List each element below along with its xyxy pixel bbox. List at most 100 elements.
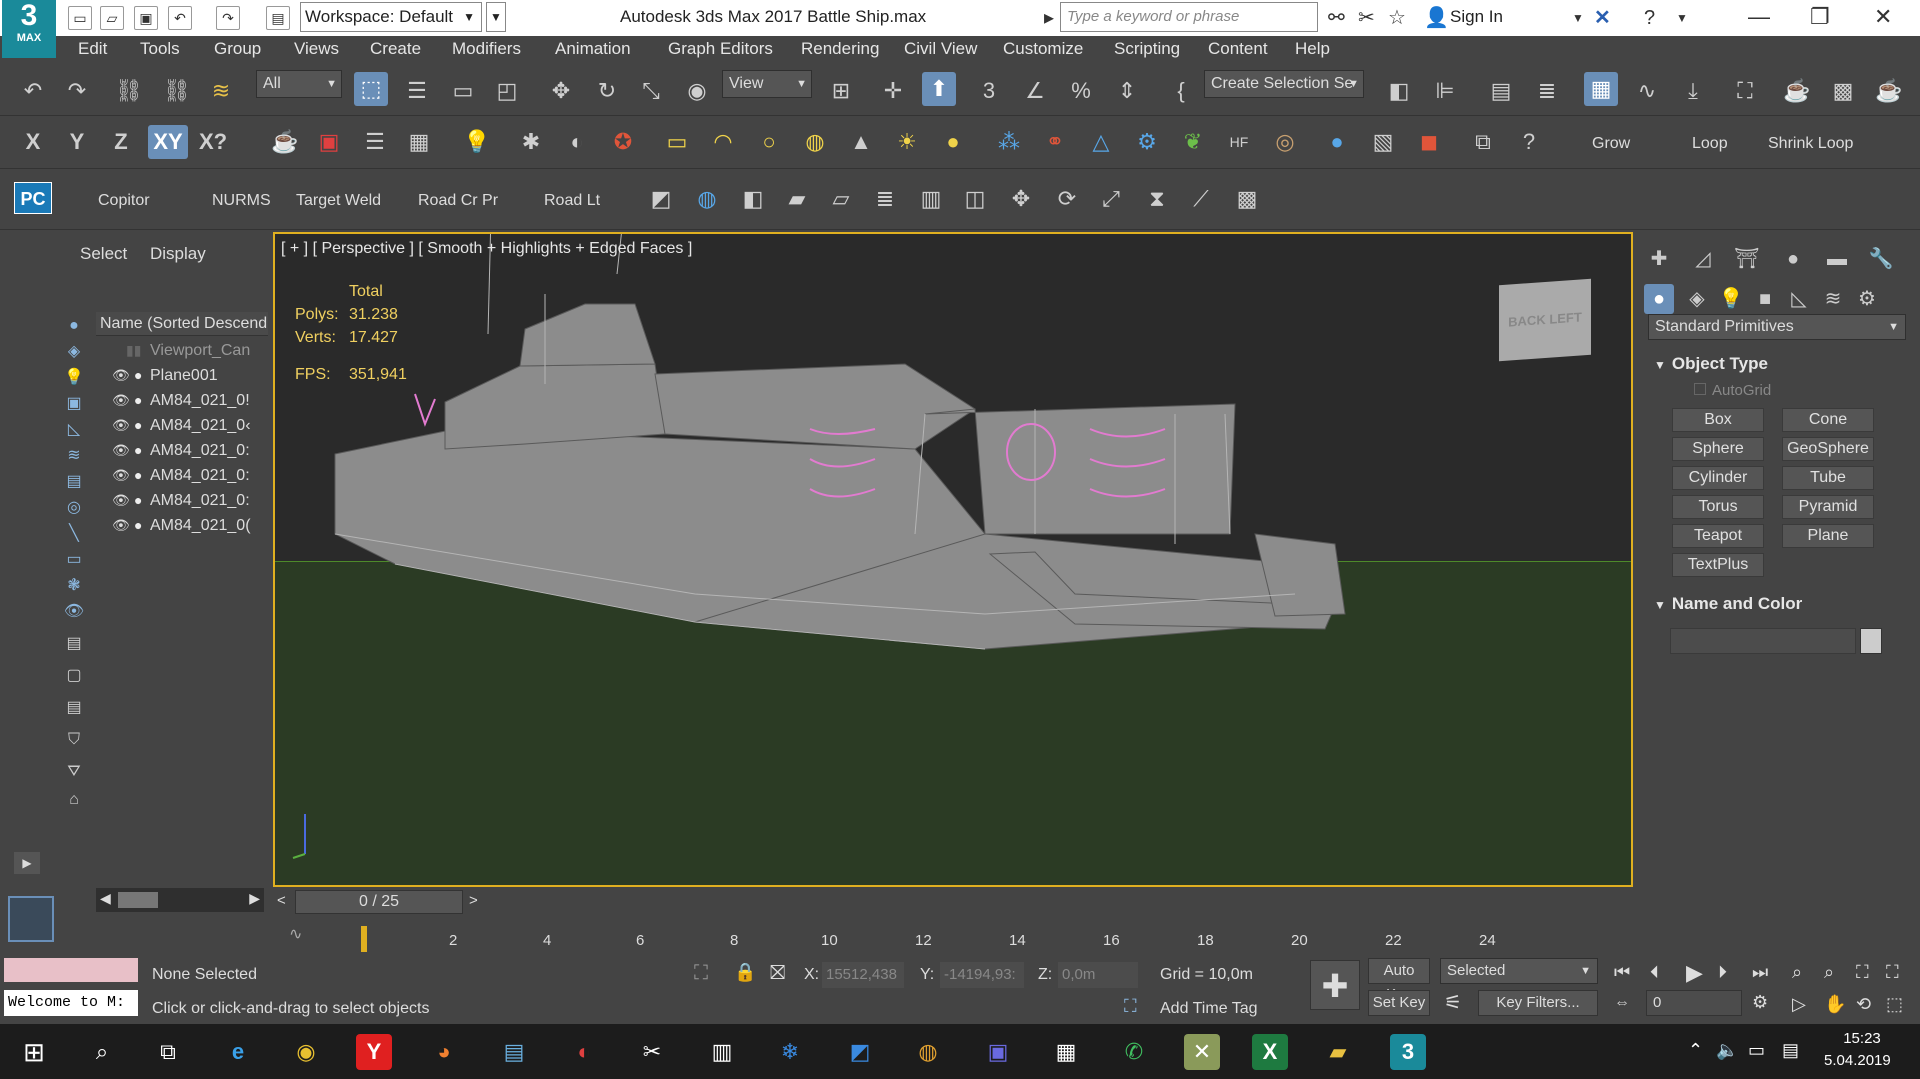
modify-tab-icon[interactable]: ◿ bbox=[1688, 244, 1718, 274]
maximize-viewport-icon[interactable]: ⬚ bbox=[1886, 994, 1903, 1015]
map-app-icon[interactable]: ✕ bbox=[1184, 1034, 1220, 1070]
redo-icon[interactable]: ↷ bbox=[216, 6, 240, 30]
systems-category-icon[interactable]: ⚙ bbox=[1852, 284, 1882, 314]
textplus-button[interactable]: TextPlus bbox=[1672, 553, 1764, 577]
move-tool-icon[interactable]: ✥ bbox=[1004, 182, 1038, 216]
particles-icon[interactable]: ⁂ bbox=[992, 125, 1026, 159]
yandex-icon[interactable]: Y bbox=[356, 1034, 392, 1070]
maxscript-listener-top[interactable] bbox=[4, 958, 138, 982]
motion-tab-icon[interactable]: ● bbox=[1778, 244, 1808, 274]
pivot-point-icon[interactable]: ⊞ bbox=[824, 74, 858, 108]
list-item[interactable]: ▮▮ Viewport_Can bbox=[96, 338, 268, 363]
align-icon[interactable]: ⊫ bbox=[1428, 74, 1462, 108]
cloth-icon[interactable]: ◎ bbox=[1268, 125, 1302, 159]
zoom-extents-icon[interactable]: ⛶ bbox=[1856, 962, 1869, 983]
binoculars-icon[interactable]: ⚯ bbox=[1328, 6, 1345, 30]
menu-tools[interactable]: Tools bbox=[140, 39, 180, 59]
render-setup-icon[interactable]: ☕ bbox=[1780, 74, 1814, 108]
time-configuration-icon[interactable]: ⚙ bbox=[1752, 992, 1768, 1013]
rotate-tool-icon[interactable]: ⟳ bbox=[1050, 182, 1084, 216]
isolate-selection-icon[interactable]: ⛶ bbox=[694, 962, 708, 985]
sphere-icon[interactable]: ○ bbox=[752, 125, 786, 159]
workspace-menu-icon[interactable]: ▼ bbox=[486, 2, 506, 32]
menu-create[interactable]: Create bbox=[370, 39, 421, 59]
invert-display-icon[interactable]: ▤ bbox=[60, 694, 88, 722]
material-editor-icon[interactable]: ⛶ bbox=[1728, 74, 1762, 108]
hemisphere-icon[interactable]: ◠ bbox=[706, 125, 740, 159]
shrink-loop-button[interactable]: Shrink Loop bbox=[1768, 135, 1853, 153]
autogrid-checkbox[interactable]: AutoGrid bbox=[1694, 382, 1771, 399]
track-bar[interactable]: ∿ 2 4 6 8 10 12 14 16 18 20 22 24 bbox=[273, 916, 1633, 952]
set-key-big-button[interactable]: ✚ bbox=[1310, 960, 1360, 1010]
eye-icon[interactable]: 👁 bbox=[112, 513, 130, 538]
stairs-icon[interactable]: ≣ bbox=[868, 182, 902, 216]
curve-editor-icon[interactable]: ∿ bbox=[1630, 74, 1664, 108]
key-mode-dropdown[interactable]: Selected ▼ bbox=[1440, 958, 1598, 984]
play-icon[interactable]: ▶ bbox=[1686, 960, 1703, 986]
scroll-thumb[interactable] bbox=[118, 892, 158, 908]
object-type-rollout[interactable]: ▼ Object Type bbox=[1654, 354, 1768, 374]
torus-button[interactable]: Torus bbox=[1672, 495, 1764, 519]
groups-filter-icon[interactable]: ▤ bbox=[60, 468, 88, 496]
satellite-app-icon[interactable]: ✂ bbox=[634, 1034, 670, 1070]
shading-icon[interactable]: ◼ bbox=[1412, 125, 1446, 159]
orbit-icon[interactable]: ⟲ bbox=[1856, 994, 1871, 1015]
tube-button[interactable]: Tube bbox=[1782, 466, 1874, 490]
loop-button[interactable]: Loop bbox=[1692, 135, 1728, 153]
cube-icon[interactable]: ◧ bbox=[736, 182, 770, 216]
list-item[interactable]: 👁 ● AM84_021_0: bbox=[96, 463, 268, 488]
file-explorer-icon[interactable]: ▰ bbox=[1320, 1034, 1356, 1070]
target-weld-button[interactable]: Target Weld bbox=[296, 192, 381, 210]
axis-x-button[interactable]: X bbox=[16, 125, 50, 159]
whatsapp-icon[interactable]: ✆ bbox=[1116, 1034, 1152, 1070]
snaps-toggle-icon[interactable]: 3 bbox=[972, 74, 1006, 108]
spacewarps-category-icon[interactable]: ≋ bbox=[1818, 284, 1848, 314]
slab-icon[interactable]: ▰ bbox=[780, 182, 814, 216]
bones-icon[interactable]: ◐ bbox=[560, 125, 594, 159]
lights-category-icon[interactable]: 💡 bbox=[1716, 284, 1746, 314]
place-icon[interactable]: ◉ bbox=[680, 74, 714, 108]
layer-icon[interactable]: ⌂ bbox=[60, 786, 88, 814]
key-tangent-icon[interactable]: ⚟ bbox=[1444, 990, 1462, 1015]
axis-xy-button[interactable]: XY bbox=[148, 125, 188, 159]
sphere-solid-icon[interactable]: ● bbox=[936, 125, 970, 159]
go-to-end-icon[interactable]: ⏭ bbox=[1752, 962, 1768, 983]
next-key-icon[interactable]: ⏵ bbox=[1718, 962, 1727, 983]
previous-key-icon[interactable]: ⏴ bbox=[1650, 962, 1659, 983]
unlink-icon[interactable]: ⛓ bbox=[160, 74, 194, 108]
reference-coordinate-dropdown[interactable]: View ▼ bbox=[722, 70, 812, 98]
volume-icon[interactable]: 🔈 bbox=[1716, 1040, 1738, 1061]
selection-filter-dropdown[interactable]: All ▼ bbox=[256, 70, 342, 98]
list-item[interactable]: 👁 ● AM84_021_0! bbox=[96, 388, 268, 413]
menu-rendering[interactable]: Rendering bbox=[801, 39, 879, 59]
go-to-start-icon[interactable]: ⏮ bbox=[1614, 962, 1630, 983]
cylinder-button[interactable]: Cylinder bbox=[1672, 466, 1764, 490]
task-view-icon[interactable]: ⧉ bbox=[150, 1034, 186, 1070]
perspective-viewport[interactable]: [ + ] [ Perspective ] [ Smooth + Highlig… bbox=[273, 232, 1633, 887]
teapot-button[interactable]: Teapot bbox=[1672, 524, 1764, 548]
excel-icon[interactable]: X bbox=[1252, 1034, 1288, 1070]
spacewarps-filter-icon[interactable]: ≋ bbox=[60, 442, 88, 470]
filter-icon[interactable]: ⛛ bbox=[60, 758, 88, 786]
menu-modifiers[interactable]: Modifiers bbox=[452, 39, 521, 59]
viewport-layout-icon[interactable] bbox=[8, 896, 54, 942]
undo-icon[interactable]: ↶ bbox=[168, 6, 192, 30]
pyramid-button[interactable]: Pyramid bbox=[1782, 495, 1874, 519]
pc-badge[interactable]: PC bbox=[14, 182, 52, 214]
keyboard-shortcut-override-icon[interactable]: ⬆ bbox=[922, 72, 956, 106]
geosphere-button[interactable]: GeoSphere bbox=[1782, 437, 1874, 461]
mirror-icon[interactable]: ◧ bbox=[1382, 74, 1416, 108]
auto-key-button[interactable]: Auto Key bbox=[1368, 958, 1430, 1003]
menu-customize[interactable]: Customize bbox=[1003, 39, 1083, 59]
clone-icon[interactable]: ⧉ bbox=[1466, 125, 1500, 159]
schematic-view-icon[interactable]: ⤓ bbox=[1676, 74, 1710, 108]
eye-icon[interactable]: 👁 bbox=[112, 413, 130, 438]
time-slider-thumb[interactable]: 0 / 25 bbox=[295, 890, 463, 914]
geometry-category-icon[interactable]: ● bbox=[1644, 284, 1674, 314]
menu-views[interactable]: Views bbox=[294, 39, 339, 59]
scroll-left-icon[interactable]: ◀ bbox=[100, 890, 111, 907]
road-lt-button[interactable]: Road Lt bbox=[544, 192, 600, 210]
geometry-filter-icon[interactable]: ● bbox=[60, 312, 88, 340]
percent-snap-icon[interactable]: % bbox=[1064, 74, 1098, 108]
3dsmax-taskbar-icon[interactable]: 3 bbox=[1390, 1034, 1426, 1070]
